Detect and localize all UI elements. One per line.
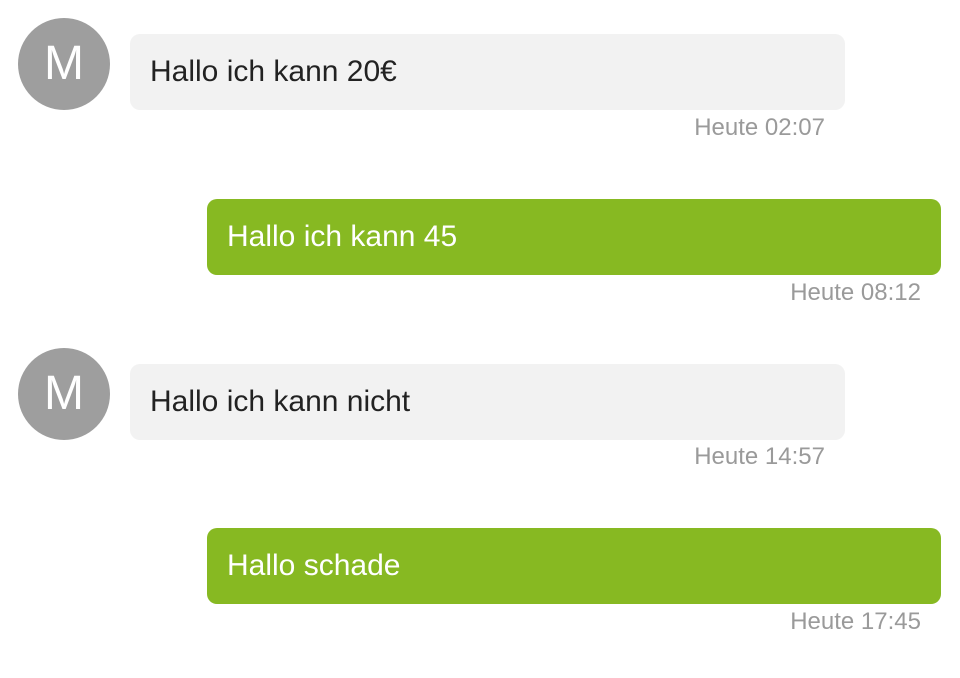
- contact-avatar[interactable]: M: [18, 18, 110, 110]
- message-bubble-incoming[interactable]: Hallo ich kann nicht: [130, 364, 845, 440]
- message-timestamp: Heute 14:57: [694, 443, 825, 470]
- message-text: Hallo schade: [227, 549, 401, 582]
- message-text: Hallo ich kann 20€: [150, 55, 397, 88]
- message-text: Hallo ich kann 45: [227, 220, 458, 253]
- message-bubble-outgoing[interactable]: Hallo ich kann 45: [207, 199, 941, 275]
- contact-avatar[interactable]: M: [18, 348, 110, 440]
- message-bubble-incoming[interactable]: Hallo ich kann 20€: [130, 34, 845, 110]
- message-text: Hallo ich kann nicht: [150, 385, 411, 418]
- message-timestamp: Heute 02:07: [694, 114, 825, 141]
- message-bubble-outgoing[interactable]: Hallo schade: [207, 528, 941, 604]
- message-timestamp: Heute 08:12: [790, 279, 921, 306]
- message-timestamp: Heute 17:45: [790, 608, 921, 635]
